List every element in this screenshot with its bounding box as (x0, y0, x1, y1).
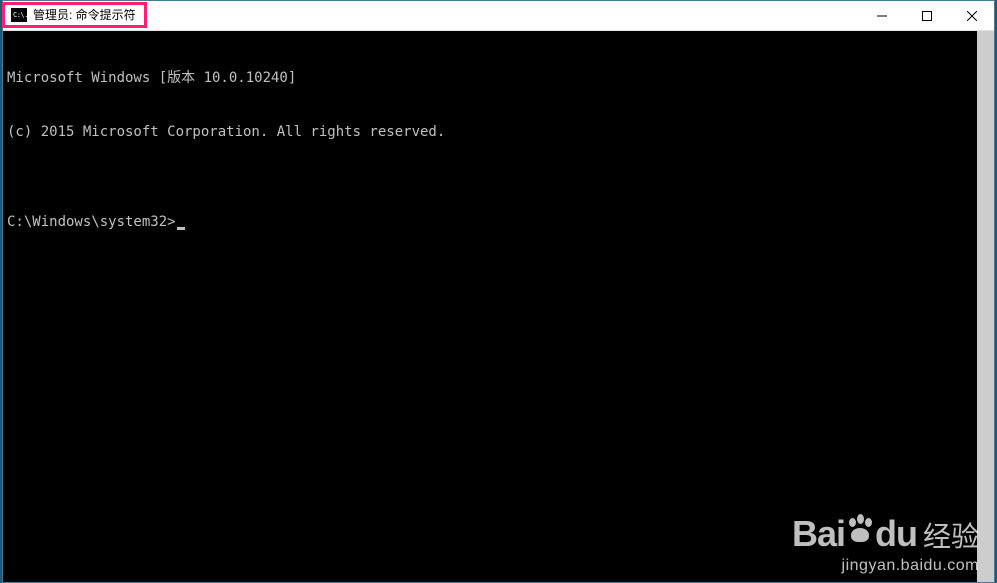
window-controls (859, 1, 994, 30)
terminal-prompt-line: C:\Windows\system32> (7, 213, 973, 231)
window-title: 管理员: 命令提示符 (33, 6, 136, 23)
terminal-output[interactable]: Microsoft Windows [版本 10.0.10240] (c) 20… (3, 31, 977, 582)
maximize-button[interactable] (904, 1, 949, 30)
terminal-prompt: C:\Windows\system32> (7, 214, 176, 230)
command-prompt-window: C:\. 管理员: 命令提示符 Microsoft Windows [版本 10… (2, 0, 995, 583)
titlebar[interactable]: C:\. 管理员: 命令提示符 (3, 1, 994, 31)
scrollbar-thumb[interactable] (977, 31, 994, 582)
cmd-icon: C:\. (11, 8, 27, 22)
terminal-area: Microsoft Windows [版本 10.0.10240] (c) 20… (3, 31, 994, 582)
vertical-scrollbar[interactable] (977, 31, 994, 582)
terminal-line: Microsoft Windows [版本 10.0.10240] (7, 69, 973, 87)
terminal-cursor (177, 227, 185, 230)
title-highlight: C:\. 管理员: 命令提示符 (2, 2, 147, 28)
minimize-button[interactable] (859, 1, 904, 30)
maximize-icon (922, 11, 932, 21)
terminal-line: (c) 2015 Microsoft Corporation. All righ… (7, 123, 973, 141)
minimize-icon (877, 11, 887, 21)
close-icon (967, 11, 977, 21)
close-button[interactable] (949, 1, 994, 30)
